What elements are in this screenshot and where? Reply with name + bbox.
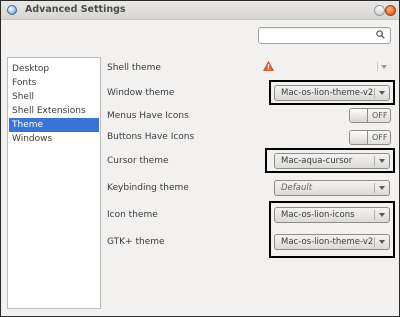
window-title: Advanced Settings [25,4,126,15]
icon-theme-label: Icon theme [107,210,158,220]
toggle-knob [350,131,368,144]
close-button[interactable] [385,5,396,16]
window-theme-label: Window theme [107,88,175,98]
sidebar: Desktop Fonts Shell Shell Extensions The… [7,57,101,309]
combo-separator [377,62,378,71]
chevron-down-icon [381,65,387,69]
search-input[interactable] [258,27,391,44]
cursor-theme-value: Mac-aqua-cursor [281,156,353,166]
chevron-down-icon [379,240,385,244]
combo-separator [374,237,375,247]
sidebar-item-theme[interactable]: Theme [9,118,99,132]
chevron-down-icon [379,186,385,190]
title-bar[interactable]: Advanced Settings [1,1,399,20]
menus-have-icons-toggle[interactable]: OFF [349,108,391,123]
window-theme-combo[interactable]: Mac-os-lion-theme-v2 [274,85,390,101]
icon-theme-combo[interactable]: Mac-os-lion-icons [274,207,390,223]
gtk-theme-label: GTK+ theme [107,237,165,247]
chevron-down-icon [379,91,385,95]
keybinding-theme-label: Keybinding theme [107,183,189,193]
menus-have-icons-label: Menus Have Icons [107,111,189,121]
gtk-theme-value: Mac-os-lion-theme-v2 [281,237,374,247]
minimize-button[interactable] [374,5,385,16]
toolbar [1,20,399,49]
combo-separator [374,156,375,166]
toggle-knob [350,109,368,122]
sidebar-item-fonts[interactable]: Fonts [9,76,99,90]
chevron-down-icon [379,213,385,217]
keybinding-theme-value: Default [281,183,313,193]
combo-separator [374,210,375,220]
advanced-settings-window: Advanced Settings Desktop Fonts Shell Sh… [0,0,400,317]
sidebar-item-shell-extensions[interactable]: Shell Extensions [9,104,99,118]
cursor-theme-label: Cursor theme [107,156,169,166]
shell-theme-combo[interactable] [280,59,390,74]
keybinding-theme-combo[interactable]: Default [274,180,390,196]
shell-theme-label: Shell theme [107,63,161,73]
sidebar-item-windows[interactable]: Windows [9,132,99,146]
window-theme-value: Mac-os-lion-theme-v2 [281,88,374,98]
clear-search-icon[interactable] [376,30,385,39]
combo-separator [374,183,375,193]
sidebar-item-desktop[interactable]: Desktop [9,62,99,76]
cursor-theme-combo[interactable]: Mac-aqua-cursor [274,153,390,169]
combo-separator [374,88,375,98]
sidebar-item-shell[interactable]: Shell [9,90,99,104]
menus-have-icons-state: OFF [372,111,388,120]
buttons-have-icons-state: OFF [372,133,388,142]
buttons-have-icons-label: Buttons Have Icons [107,132,195,142]
buttons-have-icons-toggle[interactable]: OFF [349,130,391,145]
gtk-theme-combo[interactable]: Mac-os-lion-theme-v2 [274,234,390,250]
icon-theme-value: Mac-os-lion-icons [281,210,355,220]
warning-icon [263,61,274,71]
app-icon [7,5,17,15]
chevron-down-icon [379,159,385,163]
main-content: Desktop Fonts Shell Shell Extensions The… [1,50,399,316]
